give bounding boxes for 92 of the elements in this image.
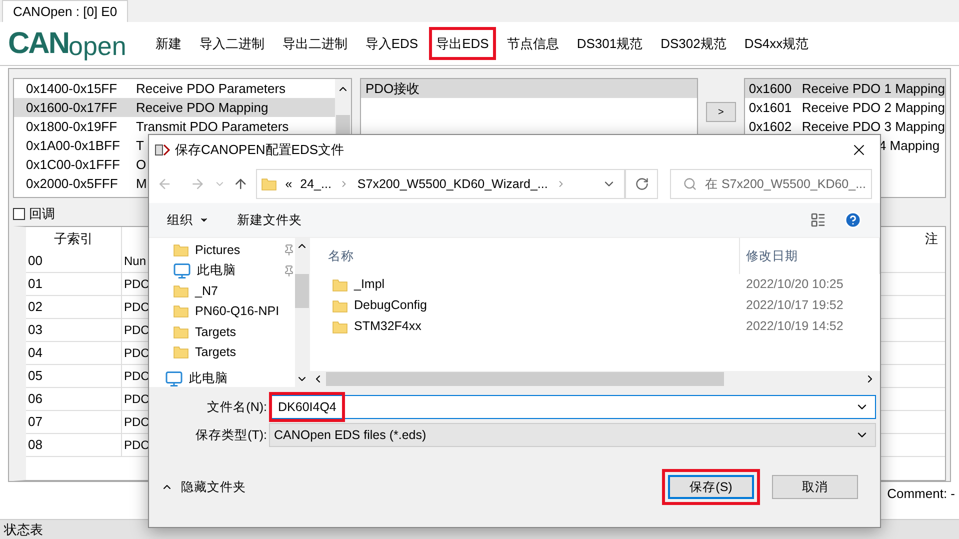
toolbar-button[interactable]: 新建: [148, 26, 188, 60]
column-header[interactable]: 名称: [328, 238, 740, 274]
nav-pane-item[interactable]: 此电脑: [189, 370, 295, 387]
window-tab[interactable]: CANOpen : [0] E0: [2, 0, 128, 22]
scrollbar-thumb[interactable]: [326, 372, 724, 386]
nav-pane-item[interactable]: Targets: [195, 344, 295, 361]
folder-icon: [332, 276, 348, 292]
hide-folders-toggle[interactable]: 隐藏文件夹: [181, 478, 246, 496]
filename-field[interactable]: DK60I4Q4: [269, 392, 346, 422]
column-header[interactable]: 修改日期: [740, 238, 880, 274]
folder-icon: [173, 242, 189, 258]
table-cell-text: PDC: [123, 414, 150, 431]
breadcrumb[interactable]: S7x200_W5500_KD60_Wizard_...: [357, 174, 548, 194]
scrollbar-thumb[interactable]: [295, 274, 310, 308]
table-cell: 02: [26, 296, 122, 318]
list-header: PDO接收: [361, 79, 697, 98]
table-cell-text: PDC: [123, 437, 150, 454]
search-icon: [682, 177, 697, 191]
dialog-title: 保存CANOPEN配置EDS文件: [175, 141, 346, 160]
toolbar-button[interactable]: 导出二进制: [275, 26, 354, 60]
folder-icon: [173, 324, 189, 340]
move-button[interactable]: >: [706, 102, 736, 122]
folder-icon: [173, 283, 189, 300]
canopen-logo: CANopen: [8, 28, 126, 58]
table-cell-text: PDC: [123, 299, 150, 316]
toolbar-button[interactable]: 导出EDS: [429, 26, 496, 60]
table-cell: 04: [26, 342, 122, 364]
comment-text: Comment: -: [887, 485, 955, 504]
scrollbar-thumb[interactable]: [336, 115, 350, 135]
new-folder-button[interactable]: 新建文件夹: [237, 210, 302, 230]
nav-pane-item[interactable]: PN60-Q16-NPI: [195, 303, 295, 320]
table-cell: 08: [26, 434, 122, 456]
organize-menu[interactable]: 组织: [167, 210, 193, 230]
breadcrumb[interactable]: 24_...: [300, 174, 332, 194]
file-name[interactable]: _Impl: [354, 275, 385, 294]
toolbar-button[interactable]: DS302规范: [654, 26, 734, 60]
nav-pane-item[interactable]: Pictures: [195, 242, 277, 258]
up-icon[interactable]: [232, 176, 248, 192]
table-cell-text: PDC: [123, 322, 150, 339]
file-name[interactable]: STM32F4xx: [354, 317, 422, 336]
mapping-list-item[interactable]: 0x1600 Receive PDO 1 Mapping: [744, 79, 945, 98]
table-cell: 06: [26, 388, 122, 410]
dialog-button[interactable]: 取消: [772, 475, 858, 499]
table-cell: 07: [26, 411, 122, 433]
computer-icon: [173, 262, 191, 279]
status-bar-label: 状态表: [4, 520, 43, 539]
folder-icon: [332, 318, 348, 334]
file-name[interactable]: DebugConfig: [354, 296, 427, 315]
nav-pane-item[interactable]: Targets: [195, 324, 295, 340]
toolbar-button[interactable]: DS301规范: [570, 26, 650, 60]
mapping-list-item[interactable]: 0x1601 Receive PDO 2 Mapping: [744, 98, 945, 117]
filetype-label: 保存类型(T):: [194, 426, 268, 444]
view-options-icon[interactable]: [810, 212, 826, 228]
app-icon: [155, 144, 171, 156]
address-bar[interactable]: « 24_... S7x200_W5500_KD60_Wizard_...: [256, 169, 626, 199]
file-date: 2022/10/19 14:52: [745, 318, 844, 336]
computer-icon: [165, 370, 183, 387]
folder-icon: [173, 344, 189, 360]
table-cell-text: Nun: [123, 253, 146, 270]
breadcrumb[interactable]: «: [285, 174, 292, 194]
table-cell-text: PDC: [123, 345, 150, 362]
mapping-list-item[interactable]: 0x1602 Receive PDO 3 Mapping: [744, 117, 945, 136]
table-cell: 03: [26, 319, 122, 341]
file-date: 2022/10/17 19:52: [745, 297, 844, 314]
refresh-icon[interactable]: [634, 177, 649, 191]
table-cell: 05: [26, 365, 122, 387]
nav-pane-item[interactable]: 此电脑: [197, 262, 277, 279]
toolbar-button[interactable]: DS4xx规范: [737, 26, 816, 60]
table-cell-text: PDC: [123, 368, 150, 385]
column-header: 注: [925, 230, 939, 248]
toolbar-button[interactable]: 节点信息: [500, 26, 566, 60]
table-cell: 01: [26, 273, 122, 295]
dialog-button[interactable]: 保存(S): [668, 475, 754, 499]
table-cell-text: PDC: [123, 391, 150, 408]
callback-label: 回调: [29, 205, 55, 224]
column-header: 子索引: [26, 227, 122, 250]
table-cell-text: PDC: [123, 276, 150, 293]
range-list-item[interactable]: 0x1600-0x17FF Receive PDO Mapping: [14, 98, 336, 117]
file-date: 2022/10/20 10:25: [745, 276, 844, 294]
filename-label: 文件名(N):: [206, 398, 268, 416]
folder-icon: [261, 176, 278, 192]
callback-checkbox[interactable]: [13, 208, 25, 220]
toolbar-button[interactable]: 导入二进制: [192, 26, 272, 60]
folder-icon: [332, 298, 348, 314]
folder-icon: [173, 303, 189, 320]
search-field[interactable]: 在 S7x200_W5500_KD60_...: [670, 169, 872, 199]
help-icon[interactable]: [844, 211, 862, 229]
range-list-item[interactable]: 0x1400-0x15FF Receive PDO Parameters: [14, 79, 336, 98]
toolbar-button[interactable]: 导入EDS: [358, 26, 426, 60]
nav-pane-item[interactable]: _N7: [195, 282, 295, 300]
table-cell: 00: [26, 250, 122, 272]
range-list-item[interactable]: 0x1800-0x19FF Transmit PDO Parameters: [14, 117, 336, 136]
